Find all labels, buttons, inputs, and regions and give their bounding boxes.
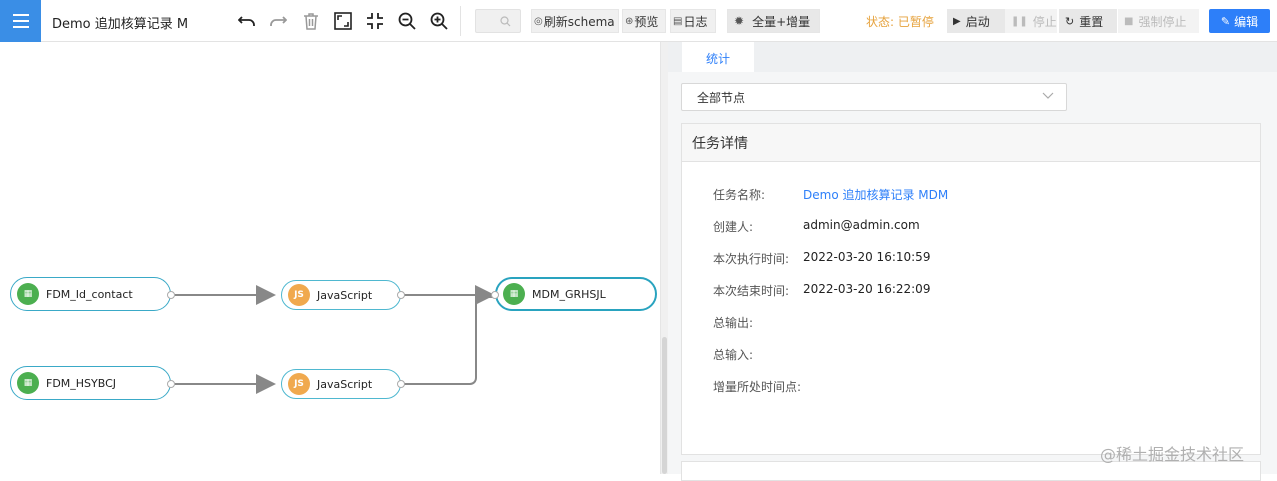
reset-button[interactable]: ↻ 重置 xyxy=(1059,9,1117,33)
reset-icon: ↻ xyxy=(1065,14,1075,28)
tab-bar: 统计 xyxy=(668,42,1277,72)
js-icon: JS xyxy=(288,373,310,395)
node-source-fdm-hsybcj[interactable]: ▦ FDM_HSYBCJ xyxy=(10,366,171,400)
search-input[interactable] xyxy=(475,9,521,33)
force-stop-button[interactable]: ■ 强制停止 xyxy=(1118,9,1199,33)
square-icon: ■ xyxy=(1124,15,1134,27)
edit-icon: ✎ xyxy=(1220,14,1231,28)
chevron-down-icon xyxy=(1042,92,1054,99)
card-title: 任务详情 xyxy=(682,124,1260,162)
pause-icon: ❚❚ xyxy=(1011,15,1028,27)
zoom-out-icon[interactable] xyxy=(397,11,417,31)
play-icon: ▶ xyxy=(953,15,961,27)
tab-statistics[interactable]: 统计 xyxy=(682,42,754,72)
gear-icon: ✹ xyxy=(734,14,745,28)
connection-lines xyxy=(175,285,495,394)
node-javascript-1[interactable]: JS JavaScript xyxy=(281,280,401,310)
log-icon: ▤ xyxy=(673,15,683,27)
search-icon xyxy=(500,16,511,27)
scrollbar[interactable] xyxy=(662,337,667,474)
edit-button[interactable]: ✎ 编辑 xyxy=(1209,9,1270,33)
node-javascript-2[interactable]: JS JavaScript xyxy=(281,369,401,399)
output-port[interactable] xyxy=(397,380,405,388)
start-button[interactable]: ▶ 启动 xyxy=(947,9,1005,33)
task-detail-card: 任务详情 任务名称: Demo 追加核算记录 MDM 创建人: admin@ad… xyxy=(681,123,1261,455)
node-target-mdm-grhsjl[interactable]: ▦ MDM_GRHSJL xyxy=(495,277,657,311)
task-name-link[interactable]: Demo 追加核算记录 MDM xyxy=(803,186,948,203)
log-button[interactable]: ▤ 日志 xyxy=(670,9,716,33)
undo-icon[interactable] xyxy=(237,11,257,31)
hamburger-icon xyxy=(12,14,29,28)
toolbar-divider xyxy=(460,6,461,36)
menu-button[interactable] xyxy=(0,0,41,42)
fit-screen-icon[interactable] xyxy=(333,11,353,31)
refresh-icon: ◎ xyxy=(534,15,543,27)
delete-icon[interactable] xyxy=(301,11,321,31)
grid-icon: ▦ xyxy=(17,283,39,305)
collapse-icon[interactable] xyxy=(365,11,385,31)
watermark: @稀土掘金技术社区 xyxy=(1100,445,1245,464)
task-title: Demo 追加核算记录 MDM xyxy=(52,17,187,32)
sync-mode-button[interactable]: ✹ 全量+增量 xyxy=(727,9,820,33)
grid-icon: ▦ xyxy=(503,283,525,305)
stop-button[interactable]: ❚❚ 停止 xyxy=(1005,9,1057,33)
refresh-schema-button[interactable]: ◎ 刷新schema xyxy=(531,9,619,33)
top-toolbar: Demo 追加核算记录 MDM ◎刷新schema ⊛预览 ▤日志 ✹全量+增量… xyxy=(0,0,1277,42)
preview-icon: ⊛ xyxy=(625,15,634,27)
status-label: 状态: 已暂停 xyxy=(866,15,934,29)
output-port[interactable] xyxy=(167,380,175,388)
flow-canvas[interactable]: ▦ FDM_Id_contact JS JavaScript ▦ MDM_GRH… xyxy=(0,42,660,474)
node-filter-select[interactable]: 全部节点 xyxy=(681,83,1067,111)
zoom-in-icon[interactable] xyxy=(429,11,449,31)
output-port[interactable] xyxy=(167,291,175,299)
js-icon: JS xyxy=(288,284,310,306)
redo-icon[interactable] xyxy=(268,11,288,31)
preview-button[interactable]: ⊛ 预览 xyxy=(622,9,666,33)
edge-4 xyxy=(404,296,493,385)
output-port[interactable] xyxy=(397,291,405,299)
grid-icon: ▦ xyxy=(17,372,39,394)
node-source-fdm-id-contact[interactable]: ▦ FDM_Id_contact xyxy=(10,277,171,311)
stats-panel: 统计 全部节点 任务详情 任务名称: Demo 追加核算记录 MDM 创建人: … xyxy=(668,42,1277,481)
input-port[interactable] xyxy=(491,291,499,299)
